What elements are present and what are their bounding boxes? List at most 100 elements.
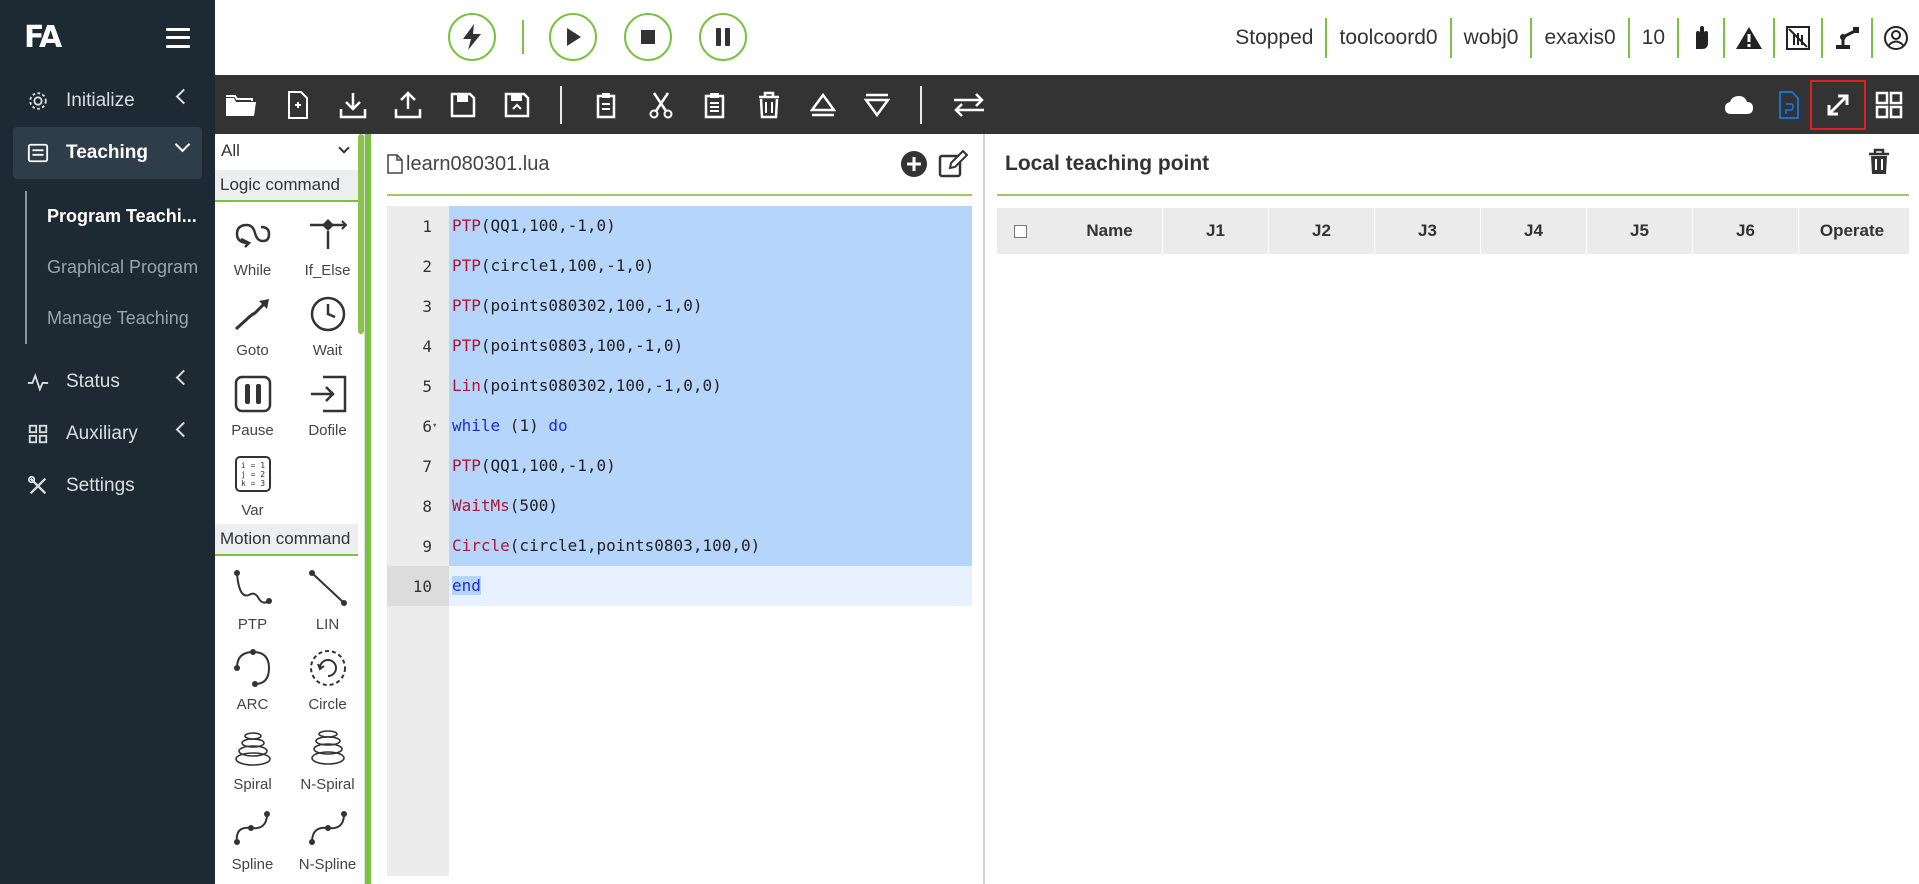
code-line[interactable]: 10 end [387, 566, 972, 606]
cmd-label: ARC [236, 696, 269, 713]
cmd-while[interactable]: While [215, 208, 290, 288]
cut-icon[interactable] [645, 89, 677, 121]
logic-command-grid: While If_Else Goto Wait Pause Dofile i =… [215, 202, 364, 528]
code-line[interactable]: 8 WaitMs(500) [387, 486, 972, 526]
cmd-spline[interactable]: Spline [215, 802, 290, 882]
cmd-circle[interactable]: Circle [290, 642, 364, 722]
tool-coord[interactable]: toolcoord0 [1325, 18, 1449, 58]
download-icon[interactable] [337, 89, 369, 121]
open-folder-icon[interactable] [223, 89, 259, 121]
col-j5[interactable]: J5 [1587, 208, 1693, 254]
grid-view-icon[interactable] [1873, 89, 1905, 121]
select-all-checkbox[interactable] [1014, 224, 1027, 238]
cmd-ptp[interactable]: PTP [215, 562, 290, 642]
code-keyword: PTP [452, 216, 481, 235]
paste-icon[interactable] [699, 89, 731, 121]
pause-button[interactable] [699, 13, 747, 61]
palette-scrollbar[interactable] [358, 134, 364, 334]
line-number: 3 [422, 296, 432, 316]
cmd-pause[interactable]: Pause [215, 368, 290, 448]
save-icon[interactable] [447, 89, 479, 121]
start-button[interactable] [549, 13, 597, 61]
logic-command-header[interactable]: Logic command [215, 170, 358, 202]
cmd-spiral[interactable]: Spiral [215, 722, 290, 802]
cmd-lin[interactable]: LIN [290, 562, 364, 642]
col-j4[interactable]: J4 [1481, 208, 1587, 254]
work-object[interactable]: wobj0 [1449, 18, 1531, 58]
code-line[interactable]: 7 PTP(QQ1,100,-1,0) [387, 446, 972, 486]
cmd-dofile[interactable]: Dofile [290, 368, 364, 448]
code-area[interactable]: 1 PTP(QQ1,100,-1,0) 2 PTP(circle1,100,-1… [387, 206, 972, 876]
file-code-icon[interactable] [1773, 89, 1805, 121]
trash-icon[interactable] [1867, 148, 1891, 181]
code-line[interactable]: 6 ▾ while (1) do [387, 406, 972, 446]
clock-icon [306, 292, 350, 336]
code-line[interactable]: 4 PTP(points0803,100,-1,0) [387, 326, 972, 366]
switch-icon[interactable] [951, 89, 987, 121]
edit-icon[interactable] [938, 149, 969, 183]
menu-toggle-icon[interactable] [166, 27, 190, 48]
cmd-goto[interactable]: Goto [215, 288, 290, 368]
chevron-down-icon [338, 142, 350, 154]
divider [522, 20, 524, 54]
speed-value[interactable]: 10 [1627, 18, 1677, 58]
code-line[interactable]: 5 Lin(points080302,100,-1,0,0) [387, 366, 972, 406]
code-line[interactable]: 2 PTP(circle1,100,-1,0) [387, 246, 972, 286]
cmd-if-else[interactable]: If_Else [290, 208, 364, 288]
col-j6[interactable]: J6 [1693, 208, 1799, 254]
motion-command-header[interactable]: Motion command [215, 524, 358, 556]
branch-icon [306, 212, 350, 256]
sidebar-item-settings[interactable]: Settings [0, 460, 215, 512]
cloud-icon[interactable] [1723, 89, 1755, 121]
move-up-icon[interactable] [807, 89, 839, 121]
points-table-header: Name J1 J2 J3 J4 J5 J6 Operate [997, 208, 1909, 254]
submenu-item-manage-teaching[interactable]: Manage Teaching [27, 293, 215, 344]
col-j3[interactable]: J3 [1375, 208, 1481, 254]
code-line[interactable]: 3 PTP(points080302,100,-1,0) [387, 286, 972, 326]
stop-button[interactable] [624, 13, 672, 61]
cmd-wait[interactable]: Wait [290, 288, 364, 368]
teaching-points-panel: Local teaching point Name J1 J2 J3 J4 J5… [983, 134, 1919, 884]
robot-arm-icon[interactable] [1821, 18, 1871, 58]
delete-icon[interactable] [753, 89, 785, 121]
code-args: (circle1,points0803,100,0) [509, 536, 761, 555]
cmd-n-spline[interactable]: N-Spline [290, 802, 364, 882]
external-axis[interactable]: exaxis0 [1530, 18, 1627, 58]
command-filter-select[interactable]: All [219, 138, 356, 164]
col-j2[interactable]: J2 [1269, 208, 1375, 254]
col-name[interactable]: Name [1057, 208, 1163, 254]
cmd-label: LIN [315, 616, 340, 633]
sidebar-item-initialize[interactable]: Initialize [0, 75, 215, 127]
sidebar-item-teaching[interactable]: Teaching [13, 127, 202, 179]
add-circle-icon[interactable] [900, 150, 928, 183]
upload-icon[interactable] [392, 89, 424, 121]
cmd-var[interactable]: i = 1j = 2k = 3 Var [215, 448, 290, 528]
file-tab[interactable]: learn080301.lua [387, 153, 549, 176]
submenu-item-graphical-program[interactable]: Graphical Program [27, 242, 215, 293]
submenu-item-program-teaching[interactable]: Program Teachi... [27, 191, 215, 242]
cmd-label: PTP [237, 616, 268, 633]
code-line[interactable]: 9 Circle(circle1,points0803,100,0) [387, 526, 972, 566]
col-j1[interactable]: J1 [1163, 208, 1269, 254]
copy-icon[interactable] [591, 89, 623, 121]
sidebar-item-auxiliary[interactable]: Auxiliary [0, 408, 215, 460]
fold-arrow-icon[interactable]: ▾ [432, 421, 449, 431]
line-number: 2 [422, 256, 432, 276]
cmd-arc[interactable]: ARC [215, 642, 290, 722]
move-down-icon[interactable] [861, 89, 893, 121]
chevron-left-icon [175, 369, 192, 386]
file-actions [900, 149, 969, 183]
col-operate[interactable]: Operate [1799, 208, 1905, 254]
save-as-icon[interactable] [501, 89, 533, 121]
sidebar-item-status[interactable]: Status [0, 356, 215, 408]
new-file-icon[interactable] [282, 89, 314, 121]
user-icon[interactable] [1871, 18, 1919, 58]
hand-icon[interactable] [1677, 18, 1723, 58]
chevron-left-icon [175, 421, 192, 438]
enable-button[interactable] [448, 13, 496, 61]
warning-icon[interactable] [1723, 18, 1773, 58]
cmd-n-spiral[interactable]: N-Spiral [290, 722, 364, 802]
fullscreen-button[interactable] [1810, 80, 1866, 130]
drag-mode-icon[interactable] [1773, 18, 1821, 58]
code-line[interactable]: 1 PTP(QQ1,100,-1,0) [387, 206, 972, 246]
